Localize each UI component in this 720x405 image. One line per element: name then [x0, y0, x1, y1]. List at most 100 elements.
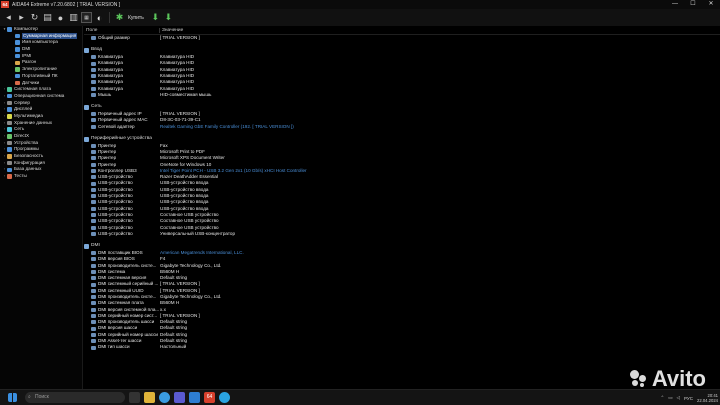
device-icon [91, 80, 96, 85]
language-indicator[interactable]: РУС [684, 396, 693, 401]
section-title: DMI [91, 243, 100, 249]
buy-button[interactable]: ✱ [114, 12, 125, 23]
tree-item-icon [15, 53, 20, 59]
tree-item-icon [7, 127, 12, 132]
device-icon [91, 143, 96, 148]
device-icon [91, 332, 96, 337]
section-title: Периферийные устройства [91, 135, 152, 141]
explorer-icon[interactable] [144, 392, 155, 403]
tree-item-label: Хранение данных [14, 119, 53, 125]
tree-item-label: Разгон [22, 59, 37, 65]
buy-label[interactable]: Купить [128, 15, 144, 21]
tree-item[interactable]: IPMI [0, 53, 82, 60]
tree-item[interactable]: › Хранение данных [0, 120, 82, 127]
detail-value-link[interactable]: American Megatrends International, LLC. [160, 250, 244, 256]
tree-item[interactable]: › Конфигурация [0, 160, 82, 167]
device-icon [91, 67, 96, 72]
user-button[interactable]: ● [55, 12, 66, 23]
tree-item-label: Системная плата [14, 86, 52, 92]
toolbar-separator [109, 12, 110, 23]
aida64-task-icon[interactable]: 64 [204, 392, 215, 403]
close-button[interactable]: ✕ [702, 0, 720, 9]
tree-item[interactable]: › Тесты [0, 173, 82, 180]
tree-item[interactable]: Электропитание [0, 66, 82, 73]
benchmark-button[interactable]: ▦ [81, 12, 92, 23]
device-icon [91, 175, 96, 180]
tree-item[interactable]: ▾ Компьютер [0, 26, 82, 33]
tree-item[interactable]: › DirectX [0, 133, 82, 140]
tree-item[interactable]: Датчики [0, 80, 82, 87]
detail-field: Мышь [84, 92, 160, 98]
tree-item-label: Безопасность [14, 153, 44, 159]
back-button[interactable]: ◂ [3, 12, 14, 23]
store-icon[interactable] [174, 392, 185, 403]
clock[interactable]: 20:41 22.04.2024 [697, 393, 718, 403]
chart-button[interactable]: ▥ [68, 12, 79, 23]
tree-item[interactable]: Портативный ПК [0, 73, 82, 80]
tree-item[interactable]: DMI [0, 46, 82, 53]
mail-icon[interactable] [189, 392, 200, 403]
taskview-icon[interactable] [129, 392, 140, 403]
minimize-button[interactable]: — [666, 0, 684, 9]
tree-item[interactable]: › Системная плата [0, 86, 82, 93]
tree-item[interactable]: Имя компьютера [0, 39, 82, 46]
tree-item-label: IPMI [22, 52, 32, 58]
tree-item-icon [7, 120, 12, 126]
device-icon [91, 150, 96, 155]
tree-item[interactable]: Суммарная информация [0, 32, 82, 40]
navigation-tree: ▾ Компьютер Суммарная информация Имя компью… [0, 26, 83, 389]
tree-item-icon [15, 60, 20, 66]
column-value-header[interactable]: Значение [160, 28, 183, 33]
tree-item[interactable]: › Сеть [0, 126, 82, 133]
tree-item[interactable]: › Мультимедиа [0, 113, 82, 120]
detail-field-label: Сетевой адаптер [98, 123, 135, 129]
device-icon [91, 187, 96, 192]
title-bar: 64 AIDA64 Extreme v7.20.6802 [ TRIAL VER… [0, 0, 720, 9]
tree-item[interactable]: › База данных [0, 166, 82, 173]
section-icon [84, 48, 89, 53]
detail-field: Общий размер [84, 35, 160, 41]
tree-item-icon [7, 107, 12, 112]
tray-chevron-icon[interactable]: ⌃ [661, 395, 665, 401]
device-icon [91, 55, 96, 60]
tree-item[interactable]: › Программы [0, 146, 82, 153]
detail-value-link[interactable]: Realtek Gaming GbE Family Controller (19… [160, 124, 294, 130]
update-button[interactable]: ⬇ [163, 12, 174, 23]
tree-item-icon [15, 67, 20, 72]
network-icon[interactable]: ▭ [668, 395, 672, 401]
maximize-button[interactable]: ☐ [684, 0, 702, 9]
report-button[interactable]: ▤ [42, 12, 53, 23]
tree-item-label: Суммарная информация [22, 32, 78, 40]
tree-item[interactable]: Разгон [0, 59, 82, 66]
forward-button[interactable]: ▸ [16, 12, 27, 23]
search-input[interactable]: ⌕ Поиск [25, 392, 125, 403]
volume-icon[interactable]: ◁ [677, 395, 680, 401]
tree-item-icon [7, 174, 12, 179]
column-field-header[interactable]: Поле [84, 27, 160, 33]
tree-item[interactable]: › Дисплей [0, 106, 82, 113]
tree-item-icon [7, 140, 12, 146]
tree-item[interactable]: › Устройства [0, 140, 82, 147]
tools-button[interactable]: ◐ [94, 12, 105, 23]
tree-item[interactable]: › Сервер [0, 100, 82, 107]
telegram-icon[interactable] [219, 392, 230, 403]
detail-value: Настольный [160, 344, 187, 350]
refresh-button[interactable]: ↻ [29, 12, 40, 23]
device-icon [91, 93, 96, 98]
toolbar: ◂ ▸ ↻ ▤ ● ▥ ▦ ◐ ✱ Купить ⬇ ⬇ [0, 9, 720, 26]
browser-icon[interactable] [159, 392, 170, 403]
window-title: AIDA64 Extreme v7.20.6802 [ TRIAL VERSIO… [12, 1, 121, 8]
download-button[interactable]: ⬇ [150, 12, 161, 23]
tree-item-icon [7, 134, 12, 139]
section-icon [84, 105, 89, 110]
windows-start-button[interactable] [8, 393, 17, 402]
update-icon: ⬇ [164, 12, 173, 22]
tree-item-icon [15, 73, 20, 79]
download-icon: ⬇ [151, 12, 160, 22]
detail-field-label: USB-устройство [98, 230, 133, 236]
tree-item[interactable]: › Операционная система [0, 93, 82, 100]
tree-item[interactable]: › Безопасность [0, 153, 82, 160]
